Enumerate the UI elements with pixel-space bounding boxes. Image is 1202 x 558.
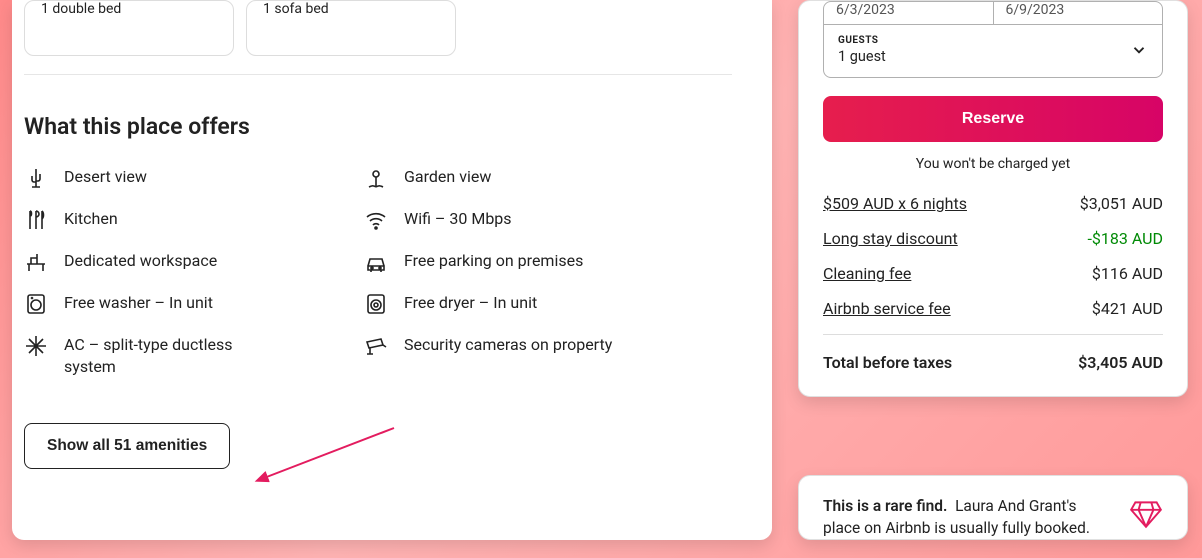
amenity-label: Security cameras on property	[404, 334, 612, 356]
dryer-icon	[364, 292, 388, 316]
amenity-label: Free dryer – In unit	[404, 292, 537, 314]
price-label[interactable]: $509 AUD x 6 nights	[823, 194, 967, 213]
booking-card: 6/3/2023 6/9/2023 GUESTS 1 guest Reserve…	[798, 0, 1188, 397]
price-line: $509 AUD x 6 nights $3,051 AUD	[823, 194, 1163, 213]
amenities-title: What this place offers	[24, 113, 772, 140]
utensils-icon	[24, 208, 48, 232]
show-all-amenities-button[interactable]: Show all 51 amenities	[24, 423, 230, 469]
bed-label: 1 sofa bed	[263, 1, 329, 17]
amenity-ac: AC – split-type ductless system	[24, 334, 364, 377]
total-divider	[823, 334, 1163, 335]
guests-value: 1 guest	[838, 48, 886, 65]
amenity-label: Free parking on premises	[404, 250, 583, 272]
guests-selector[interactable]: GUESTS 1 guest	[824, 25, 1162, 77]
amenity-label: Dedicated workspace	[64, 250, 217, 272]
rare-find-text: This is a rare find. Laura And Grant's p…	[823, 496, 1115, 539]
amenity-label: Desert view	[64, 166, 147, 188]
car-icon	[364, 250, 388, 274]
date-row[interactable]: 6/3/2023 6/9/2023	[824, 2, 1162, 25]
amenity-garden-view: Garden view	[364, 166, 704, 190]
price-line: Long stay discount -$183 AUD	[823, 229, 1163, 248]
camera-icon	[364, 334, 388, 358]
amenity-label: Wifi – 30 Mbps	[404, 208, 512, 230]
chevron-down-icon	[1130, 41, 1148, 59]
amenity-label: Free washer – In unit	[64, 292, 213, 314]
bed-card: 1 sofa bed	[246, 0, 456, 56]
desk-icon	[24, 250, 48, 274]
price-label[interactable]: Cleaning fee	[823, 264, 911, 283]
price-value: $3,051 AUD	[1080, 194, 1163, 213]
washer-icon	[24, 292, 48, 316]
rare-find-bold: This is a rare find.	[823, 497, 947, 515]
total-line: Total before taxes $3,405 AUD	[823, 353, 1163, 372]
reserve-button[interactable]: Reserve	[823, 96, 1163, 142]
cactus-icon	[24, 166, 48, 190]
diamond-icon	[1129, 496, 1163, 530]
total-value: $3,405 AUD	[1078, 353, 1163, 372]
amenity-parking: Free parking on premises	[364, 250, 704, 274]
checkin-value: 6/3/2023	[836, 2, 895, 18]
charge-note: You won't be charged yet	[823, 156, 1163, 172]
amenity-wifi: Wifi – 30 Mbps	[364, 208, 704, 232]
price-value: $116 AUD	[1092, 264, 1163, 283]
listing-main-card: 1 double bed 1 sofa bed What this place …	[12, 0, 772, 540]
amenity-workspace: Dedicated workspace	[24, 250, 364, 274]
checkin-cell[interactable]: 6/3/2023	[824, 2, 994, 24]
bed-cards-row: 1 double bed 1 sofa bed	[24, 0, 772, 74]
wifi-icon	[364, 208, 388, 232]
snowflake-icon	[24, 334, 48, 358]
amenity-washer: Free washer – In unit	[24, 292, 364, 316]
price-value: -$183 AUD	[1087, 229, 1163, 248]
bed-card: 1 double bed	[24, 0, 234, 56]
checkout-cell[interactable]: 6/9/2023	[994, 2, 1163, 24]
annotation-arrow-icon	[254, 420, 404, 500]
amenity-label: Kitchen	[64, 208, 118, 230]
amenities-grid: Desert view Garden view Kitchen Wifi – 3…	[24, 166, 772, 377]
checkout-value: 6/9/2023	[1006, 2, 1065, 18]
section-divider	[24, 74, 732, 75]
price-label[interactable]: Airbnb service fee	[823, 299, 951, 318]
amenity-dryer: Free dryer – In unit	[364, 292, 704, 316]
amenity-label: AC – split-type ductless system	[64, 334, 284, 377]
amenity-kitchen: Kitchen	[24, 208, 364, 232]
amenity-desert-view: Desert view	[24, 166, 364, 190]
guests-heading: GUESTS	[838, 35, 886, 46]
rare-find-card: This is a rare find. Laura And Grant's p…	[798, 475, 1188, 540]
amenity-label: Garden view	[404, 166, 491, 188]
flower-icon	[364, 166, 388, 190]
price-line: Airbnb service fee $421 AUD	[823, 299, 1163, 318]
price-label[interactable]: Long stay discount	[823, 229, 958, 248]
bed-label: 1 double bed	[41, 1, 121, 17]
price-line: Cleaning fee $116 AUD	[823, 264, 1163, 283]
price-value: $421 AUD	[1092, 299, 1163, 318]
total-label: Total before taxes	[823, 353, 952, 372]
amenity-security-camera: Security cameras on property	[364, 334, 704, 377]
date-guest-box: 6/3/2023 6/9/2023 GUESTS 1 guest	[823, 1, 1163, 78]
